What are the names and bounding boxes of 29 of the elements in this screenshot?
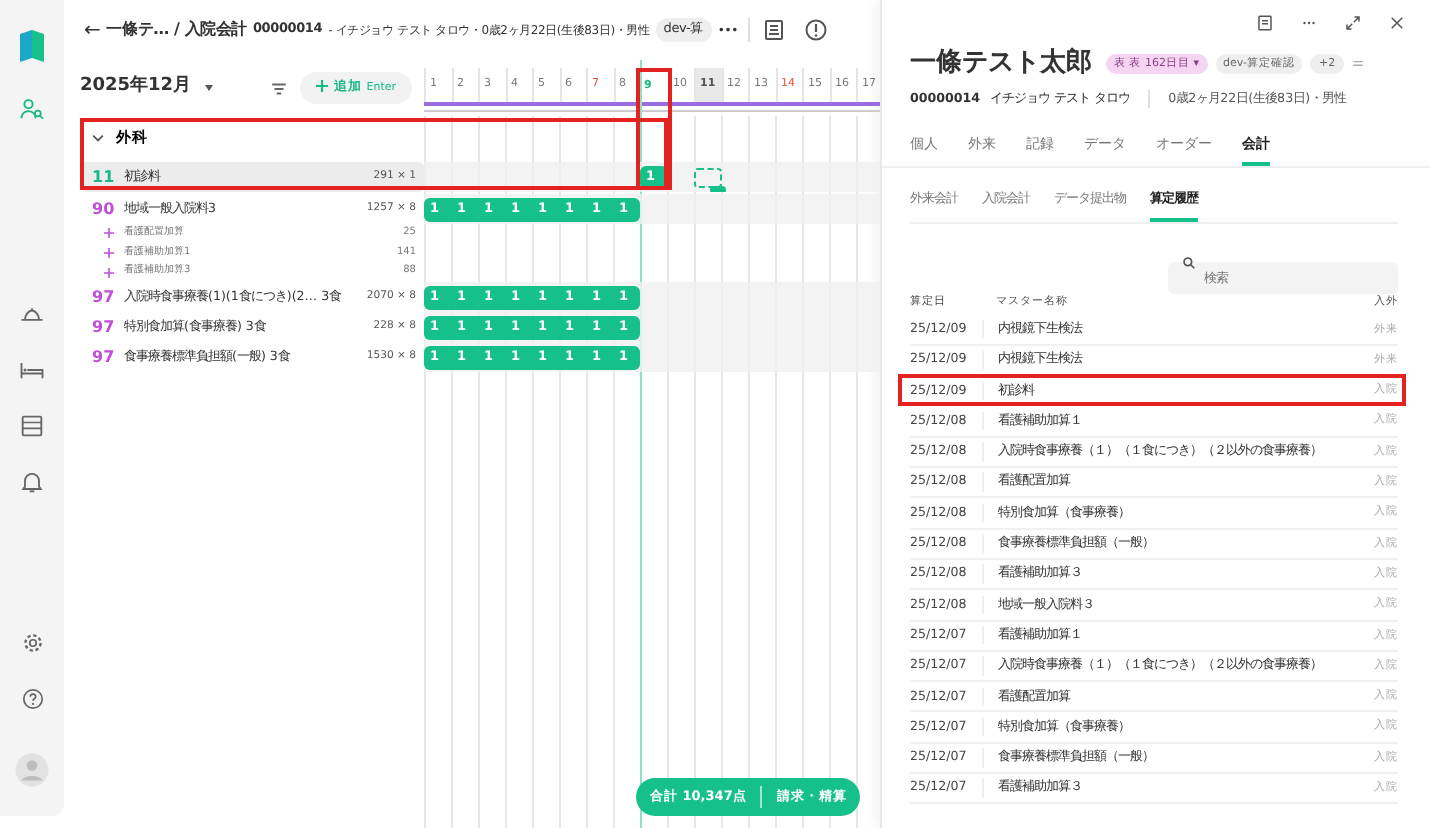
plus-icon bbox=[315, 79, 328, 92]
avatar-icon bbox=[14, 752, 50, 788]
plus-icon bbox=[104, 267, 114, 278]
close-icon[interactable] bbox=[1388, 13, 1406, 31]
logo-icon bbox=[18, 27, 46, 64]
item-code: 97 bbox=[92, 345, 116, 370]
month-selector[interactable]: 2025年12月 bbox=[80, 74, 192, 102]
patient-name: 一條テスト太郎 bbox=[910, 45, 1092, 82]
page-title: 一條テ… / 入院会計 bbox=[106, 18, 247, 42]
chevron-icon bbox=[92, 132, 104, 144]
filter-icon[interactable] bbox=[269, 79, 288, 97]
bell-icon bbox=[18, 468, 46, 496]
list-icon bbox=[18, 412, 46, 440]
item-code: 97 bbox=[92, 285, 116, 310]
print-icon[interactable] bbox=[761, 18, 786, 42]
person-search-icon bbox=[18, 96, 46, 124]
settings-icon bbox=[19, 629, 45, 655]
plus-icon bbox=[104, 228, 114, 239]
plus-icon bbox=[104, 248, 114, 259]
item-code: 90 bbox=[92, 197, 116, 221]
caret-icon bbox=[203, 84, 214, 92]
expand-icon[interactable] bbox=[1344, 13, 1362, 31]
print-icon[interactable] bbox=[1256, 13, 1274, 31]
help-icon bbox=[19, 685, 45, 711]
alert-icon[interactable] bbox=[803, 18, 828, 42]
back-button[interactable]: ← bbox=[84, 15, 101, 45]
search-icon bbox=[1182, 256, 1196, 271]
item-code: 97 bbox=[92, 315, 116, 340]
item-code: 11 bbox=[92, 165, 116, 189]
